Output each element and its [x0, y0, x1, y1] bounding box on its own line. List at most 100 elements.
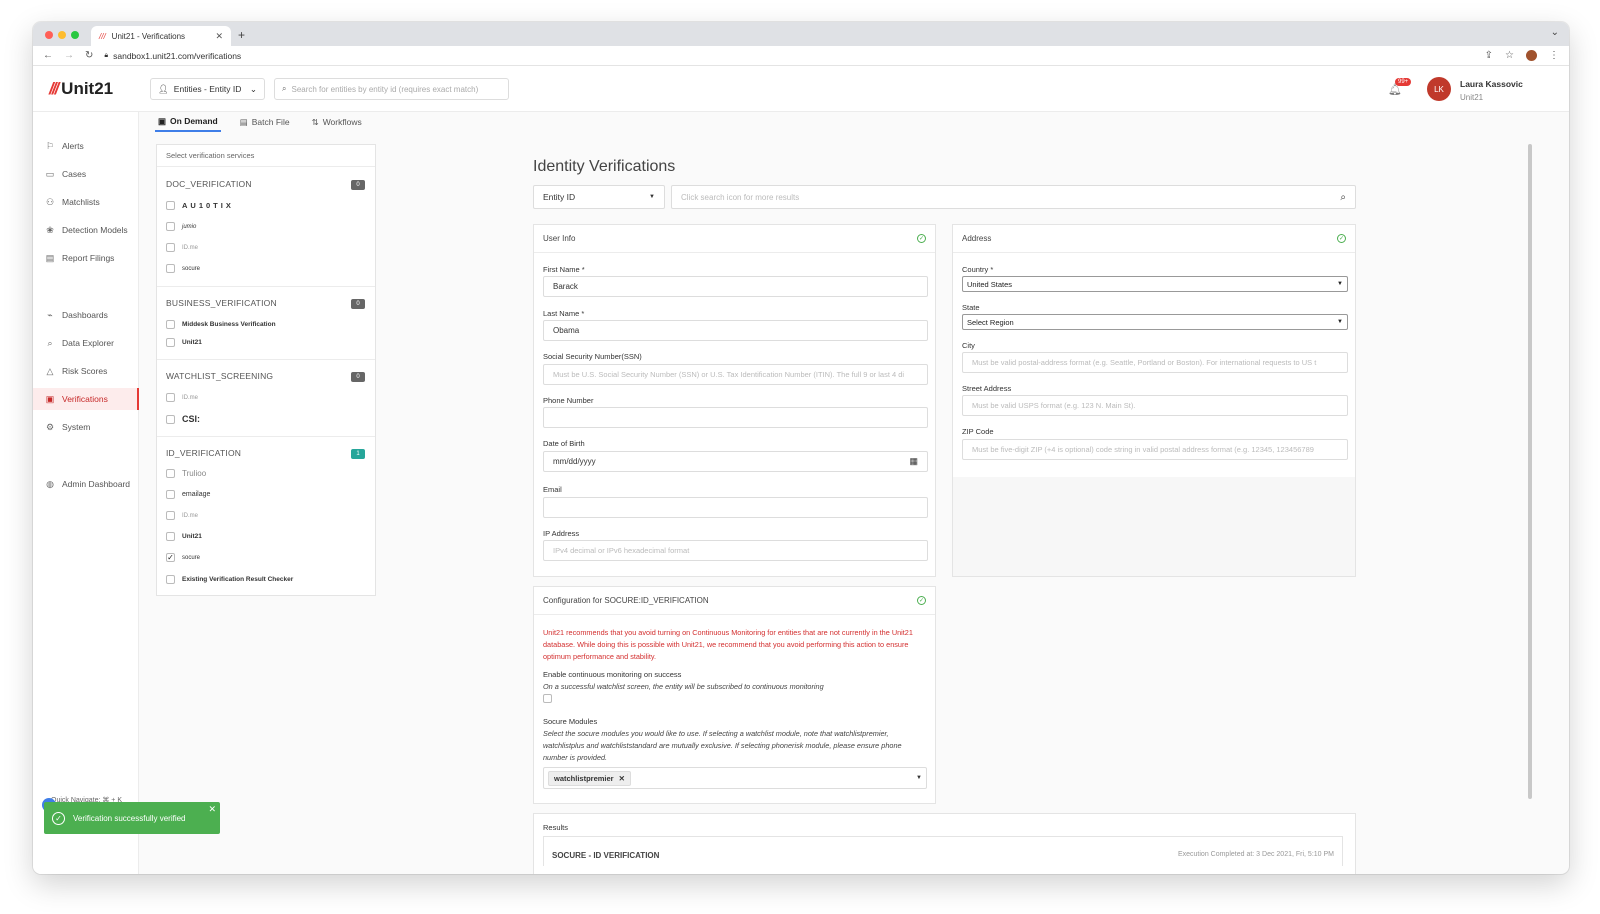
street-address-field[interactable]: Must be valid USPS format (e.g. 123 N. M…: [962, 395, 1348, 416]
service-option[interactable]: Unit21: [166, 338, 202, 347]
service-option[interactable]: socure: [166, 264, 200, 273]
chevron-down-icon: ▼: [1337, 319, 1343, 325]
service-option[interactable]: Trulioo: [166, 469, 206, 478]
group-title: WATCHLIST_SCREENING: [166, 371, 274, 381]
sidebar-item-cases[interactable]: ▭ Cases: [33, 163, 139, 185]
back-icon[interactable]: ←: [43, 50, 53, 61]
checkbox[interactable]: [166, 414, 175, 424]
chevron-down-icon: ⌄: [249, 83, 257, 94]
ip-address-field[interactable]: IPv4 decimal or IPv6 hexadecimal format: [543, 540, 928, 561]
chip-remove-icon[interactable]: ✕: [619, 774, 625, 783]
share-icon[interactable]: ⇪: [1485, 50, 1493, 61]
checkbox[interactable]: [166, 338, 175, 347]
tab-menu-icon[interactable]: ⌄: [1551, 27, 1559, 38]
service-option[interactable]: Unit21: [166, 532, 202, 541]
service-option[interactable]: Existing Verification Result Checker: [166, 575, 293, 584]
checkbox[interactable]: [166, 469, 175, 478]
sidebar-item-admin-dashboard[interactable]: ◍ Admin Dashboard: [33, 473, 139, 495]
last-name-field[interactable]: Obama: [543, 320, 928, 341]
sidebar-item-label: Risk Scores: [62, 366, 108, 376]
maximize-window-icon[interactable]: [71, 31, 79, 39]
service-option[interactable]: CSI:: [166, 414, 200, 424]
sidebar-item-risk-scores[interactable]: △ Risk Scores: [33, 360, 139, 382]
id-type-select[interactable]: Entity ID ▼: [533, 185, 665, 209]
tab-batch-file[interactable]: ▤ Batch File: [237, 112, 293, 132]
calendar-icon[interactable]: ▦: [909, 456, 918, 467]
checkbox[interactable]: [166, 490, 175, 499]
vendor-name: Existing Verification Result Checker: [182, 576, 294, 583]
first-name-field[interactable]: Barack: [543, 276, 928, 297]
user-name[interactable]: Laura Kassovic: [1460, 79, 1523, 89]
service-option-selected[interactable]: ✓ socure: [166, 553, 200, 562]
service-option[interactable]: ID.me: [166, 393, 198, 402]
service-option[interactable]: jumio: [166, 222, 196, 231]
checkbox[interactable]: [166, 222, 175, 231]
checkbox[interactable]: [166, 511, 175, 520]
sidebar-item-data-explorer[interactable]: ⌕ Data Explorer: [33, 332, 139, 354]
service-option[interactable]: Middesk Business Verification: [166, 320, 276, 329]
dob-field[interactable]: mm/dd/yyyy ▦: [543, 451, 928, 472]
phone-field[interactable]: [543, 407, 928, 428]
card-title: User Info: [543, 234, 576, 243]
url-bar[interactable]: 🔒︎ sandbox1.unit21.com/verifications: [104, 51, 241, 61]
socure-modules-select[interactable]: watchlistpremier ✕ ▼: [543, 767, 927, 789]
close-window-icon[interactable]: [45, 31, 53, 39]
city-field[interactable]: Must be valid postal-address format (e.g…: [962, 352, 1348, 373]
checkbox[interactable]: [166, 243, 175, 252]
minimize-window-icon[interactable]: [58, 31, 66, 39]
service-option[interactable]: ID.me: [166, 243, 198, 252]
bookmark-star-icon[interactable]: ☆: [1505, 50, 1514, 61]
new-tab-icon[interactable]: +: [238, 28, 245, 42]
forward-icon[interactable]: →: [64, 50, 74, 61]
app-logo[interactable]: /// Unit21: [49, 79, 113, 99]
checkbox[interactable]: [166, 320, 175, 329]
briefcase-icon: ▭: [45, 168, 55, 179]
field-label: State: [962, 303, 980, 312]
sidebar-item-detection-models[interactable]: ❀ Detection Models: [33, 219, 139, 241]
tab-on-demand[interactable]: ▣ On Demand: [155, 112, 221, 132]
continuous-monitoring-checkbox[interactable]: [543, 694, 552, 703]
email-field[interactable]: [543, 497, 928, 518]
sidebar-item-label: Data Explorer: [62, 338, 114, 348]
browser-menu-icon[interactable]: ⋮: [1549, 50, 1559, 61]
tab-close-icon[interactable]: ✕: [215, 31, 223, 42]
profile-avatar-icon[interactable]: [1526, 50, 1537, 61]
service-option[interactable]: ID.me: [166, 511, 198, 520]
service-option[interactable]: emailage: [166, 490, 210, 499]
checkbox[interactable]: [166, 264, 175, 273]
zip-code-field[interactable]: Must be five-digit ZIP (+4 is optional) …: [962, 439, 1348, 460]
vendor-name: socure: [182, 265, 201, 272]
toast-close-icon[interactable]: ✕: [208, 804, 216, 815]
file-icon: ▤: [45, 252, 55, 263]
checkbox[interactable]: [166, 393, 175, 402]
tab-title: Unit21 - Verifications: [111, 31, 186, 41]
sidebar-item-report-filings[interactable]: ▤ Report Filings: [33, 247, 139, 269]
global-search-input[interactable]: ⌕ Search for entities by entity id (requ…: [274, 78, 509, 100]
identity-search-input[interactable]: Click search icon for more results ⌕: [671, 185, 1356, 209]
ssn-field[interactable]: Must be U.S. Social Security Number (SSN…: [543, 364, 928, 385]
vendor-name: ID.me: [182, 394, 199, 401]
page-scrollbar[interactable]: [1528, 144, 1532, 799]
checkbox[interactable]: [166, 201, 175, 210]
entity-type-select[interactable]: 👤︎ Entities - Entity ID ⌄: [150, 78, 265, 100]
checkbox-checked[interactable]: ✓: [166, 553, 175, 562]
sidebar-item-label: Report Filings: [62, 253, 115, 263]
vendor-name: emailage: [182, 491, 211, 498]
user-avatar[interactable]: LK: [1427, 77, 1451, 101]
sidebar-item-matchlists[interactable]: ⚇ Matchlists: [33, 191, 139, 213]
reload-icon[interactable]: ↻: [85, 50, 93, 61]
country-select[interactable]: United States ▼: [962, 276, 1348, 292]
browser-tab[interactable]: /// Unit21 - Verifications ✕: [91, 26, 231, 46]
service-option[interactable]: AU10TIX: [166, 201, 234, 210]
sidebar-item-verifications[interactable]: ▣ Verifications: [33, 388, 139, 410]
group-count-badge: 0: [351, 180, 365, 190]
sidebar-item-alerts[interactable]: ⚐ Alerts: [33, 135, 139, 157]
checkbox[interactable]: [166, 532, 175, 541]
tab-workflows[interactable]: ⇅ Workflows: [309, 112, 365, 132]
sidebar-item-dashboards[interactable]: ⌁ Dashboards: [33, 304, 139, 326]
search-icon[interactable]: ⌕: [1340, 192, 1346, 203]
state-select[interactable]: Select Region ▼: [962, 314, 1348, 330]
checkbox[interactable]: [166, 575, 175, 584]
result-row[interactable]: SOCURE - ID VERIFICATION Execution Compl…: [543, 836, 1343, 866]
sidebar-item-system[interactable]: ⚙ System: [33, 416, 139, 438]
